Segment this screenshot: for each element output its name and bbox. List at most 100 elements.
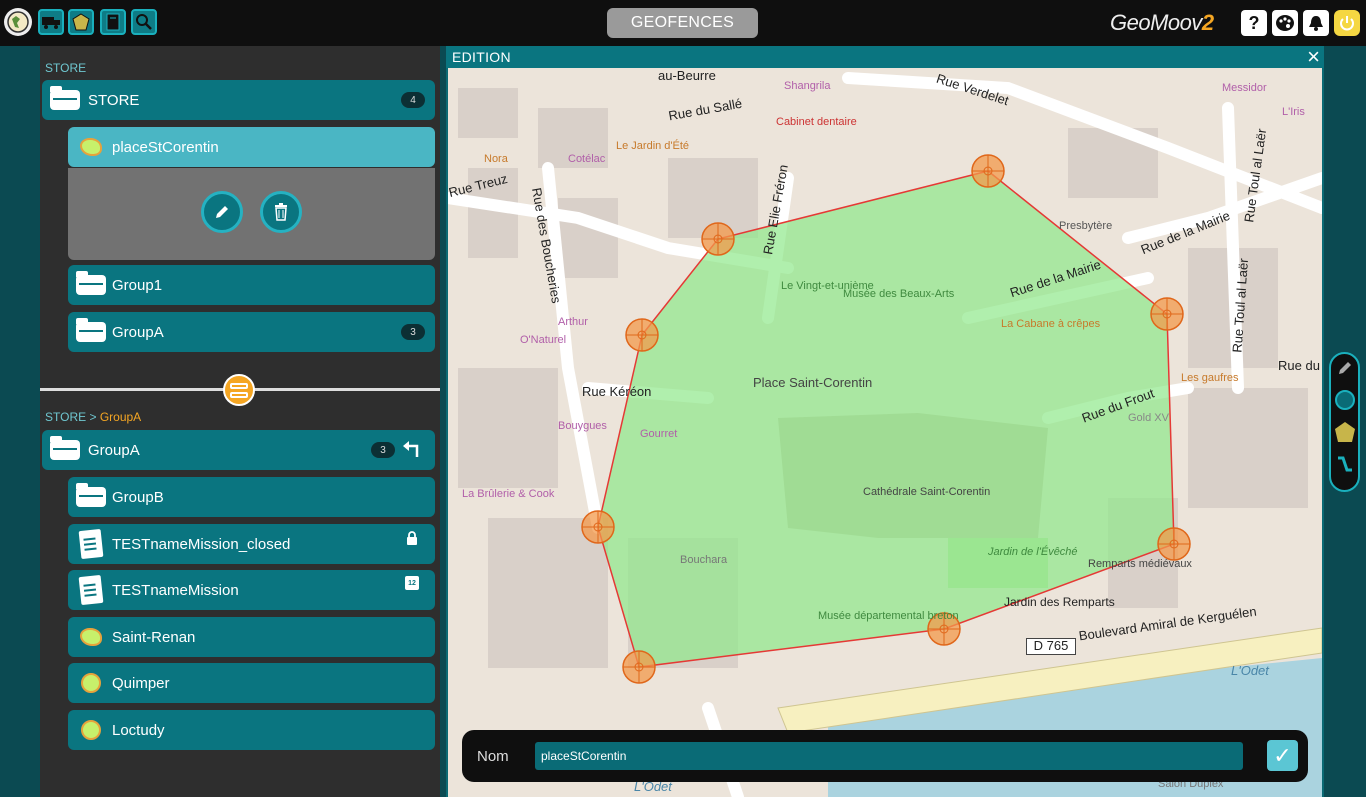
count-badge: 4	[401, 92, 425, 108]
map-poi: Gold XV	[1128, 412, 1169, 424]
power-icon[interactable]	[1334, 10, 1360, 36]
item-label: Group1	[112, 277, 163, 294]
page-title: GEOFENCES	[607, 8, 758, 38]
polygon-shape-icon	[76, 135, 106, 159]
polygon-shape-icon	[76, 625, 106, 649]
pencil-tool-icon[interactable]	[1334, 357, 1356, 379]
lock-icon	[407, 531, 417, 545]
list-item-group1[interactable]: Group1	[68, 265, 435, 305]
edition-panel: EDITION × Rue Verdelet Rue de la Mairie …	[446, 44, 1324, 797]
store-header-label: STORE	[88, 92, 140, 109]
name-label: Nom	[477, 748, 509, 765]
item-label: GroupA	[112, 324, 164, 341]
map-poi: O'Naturel	[520, 334, 567, 346]
map-poi: Les gaufres	[1181, 372, 1239, 384]
map-poi: Arthur	[558, 316, 588, 328]
help-button[interactable]: ?	[1241, 10, 1267, 36]
name-form: Nom ✓	[462, 730, 1308, 782]
mission-document-icon	[76, 528, 106, 560]
polyline-tool-icon[interactable]	[1334, 453, 1356, 475]
polygon-tool-icon[interactable]	[1334, 421, 1356, 443]
breadcrumb-root[interactable]: STORE	[45, 410, 86, 424]
globe-icon[interactable]	[4, 8, 32, 36]
count-badge: 3	[371, 442, 395, 458]
map-label: Jardin de l'Évêché	[988, 546, 1078, 558]
map-poi: L'Iris	[1282, 106, 1305, 118]
item-label: GroupB	[112, 489, 164, 506]
palette-icon[interactable]	[1272, 10, 1298, 36]
mission-document-icon	[76, 574, 106, 606]
list-item-saint-renan[interactable]: Saint-Renan	[68, 617, 435, 657]
calendar-icon: 12	[405, 576, 419, 590]
map-poi: Bouchara	[680, 554, 728, 566]
folder-icon	[50, 436, 80, 462]
map-label: Jardin des Remparts	[1004, 595, 1115, 609]
map-poi: Presbytère	[1059, 220, 1113, 232]
pencil-icon	[216, 206, 228, 218]
truck-icon[interactable]	[38, 9, 64, 35]
map-poi: Cabinet dentaire	[776, 116, 857, 128]
breadcrumb-current: GroupA	[99, 410, 142, 424]
map-poi: Bouygues	[558, 420, 607, 432]
map-canvas[interactable]: Rue Verdelet Rue de la Mairie Rue de la …	[448, 68, 1322, 797]
map-poi: Le Jardin d'Été	[616, 140, 690, 152]
group-header[interactable]: GroupA 3	[42, 430, 435, 470]
list-item-groupA[interactable]: GroupA 3	[68, 312, 435, 352]
road-label: Rue du	[1278, 358, 1320, 373]
brand-logo: GeoMoov2	[1110, 10, 1214, 36]
map-poi: La Brûlerie & Cook	[462, 488, 555, 500]
geofence-icon[interactable]	[68, 9, 94, 35]
store-header[interactable]: STORE 4	[42, 80, 435, 120]
folder-icon	[76, 483, 106, 509]
road-shield: D 765	[1026, 638, 1076, 655]
circle-tool-icon[interactable]	[1334, 389, 1356, 411]
geofence-tree: STORE STORE 4 placeStCorentin Group1 Gro…	[40, 46, 440, 797]
list-item-quimper[interactable]: Quimper	[68, 663, 435, 703]
map-poi: Shangrila	[784, 80, 831, 92]
bottom-breadcrumb: STORE > GroupA	[45, 410, 141, 424]
splitter-handle[interactable]	[223, 374, 255, 406]
brand-text: GeoMoov	[1110, 10, 1202, 35]
top-breadcrumb: STORE	[45, 61, 87, 75]
list-item-mission-closed[interactable]: TESTnameMission_closed	[68, 524, 435, 564]
item-actions-panel	[68, 168, 435, 260]
back-arrow-icon[interactable]	[401, 440, 421, 464]
item-label: TESTnameMission	[112, 582, 239, 599]
map-label: Le Vingt-et-unième	[781, 280, 874, 292]
circle-shape-icon	[76, 671, 106, 695]
list-item-mission[interactable]: TESTnameMission 12	[68, 570, 435, 610]
item-label: TESTnameMission_closed	[112, 536, 291, 553]
map-label: La Cabane à crêpes	[1001, 318, 1101, 330]
search-icon[interactable]	[131, 9, 157, 35]
folder-icon	[50, 86, 80, 112]
edition-title: EDITION	[452, 49, 511, 65]
book-icon[interactable]	[100, 9, 126, 35]
list-item-groupB[interactable]: GroupB	[68, 477, 435, 517]
road-label: Rue Kéréon	[582, 384, 652, 399]
map-poi: Cotélac	[568, 153, 606, 165]
count-badge: 3	[401, 324, 425, 340]
drawing-tools	[1329, 352, 1360, 492]
left-panel: STORE STORE 4 placeStCorentin Group1 Gro…	[0, 46, 446, 797]
item-label: Loctudy	[112, 722, 165, 739]
bell-icon[interactable]	[1303, 10, 1329, 36]
edit-button[interactable]	[201, 191, 243, 233]
circle-shape-icon	[76, 718, 106, 742]
delete-button[interactable]	[260, 191, 302, 233]
map-poi: Messidor	[1222, 82, 1267, 94]
list-item-loctudy[interactable]: Loctudy	[68, 710, 435, 750]
name-input[interactable]	[535, 742, 1243, 770]
item-label: placeStCorentin	[112, 139, 219, 156]
map-label: Cathédrale Saint-Corentin	[863, 486, 991, 498]
brand-suffix: 2	[1201, 10, 1214, 35]
group-header-label: GroupA	[88, 442, 140, 459]
map-label: Musée départemental breton	[818, 610, 959, 622]
list-item-placeStCorentin[interactable]: placeStCorentin	[68, 127, 435, 167]
river-label: L'Odet	[1231, 663, 1269, 678]
folder-icon	[76, 271, 106, 297]
close-button[interactable]: ×	[1307, 44, 1320, 70]
trash-icon	[275, 203, 287, 221]
item-label: Quimper	[112, 675, 170, 692]
map-label: Place Saint-Corentin	[753, 375, 873, 390]
confirm-button[interactable]: ✓	[1267, 740, 1298, 771]
